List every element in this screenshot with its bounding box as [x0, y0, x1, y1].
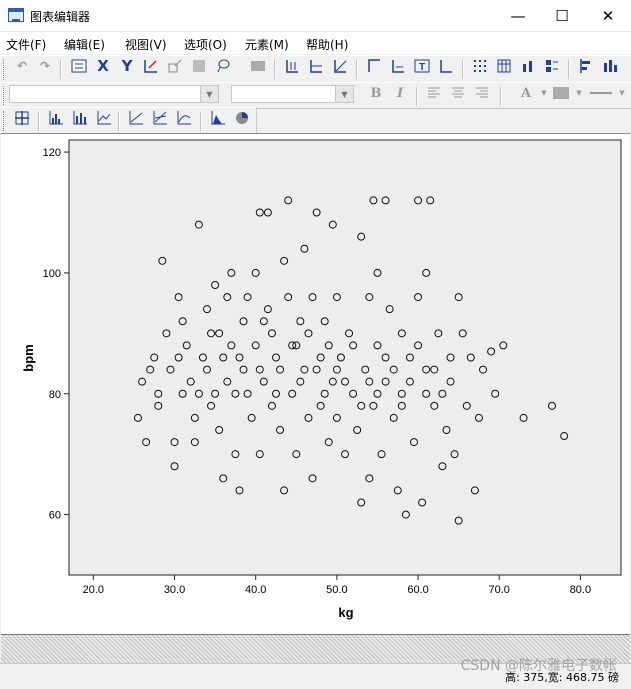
- toolbar-separator: [200, 112, 202, 131]
- title-icon[interactable]: [364, 56, 384, 76]
- title-bar: 图表编辑器 — ☐ ✕: [0, 0, 631, 32]
- bar-chart-icon[interactable]: [600, 56, 620, 76]
- toolbar-separator: [462, 60, 464, 79]
- plot-area[interactable]: [68, 139, 622, 576]
- chevron-down-icon: ▼: [335, 86, 353, 102]
- format-toolbar: ▼ ▼ B I A ▼ ▼ ▼: [0, 82, 631, 109]
- toolbar-separator: [60, 60, 62, 79]
- menu-view[interactable]: 视图(V): [125, 36, 167, 53]
- chevron-down-icon[interactable]: ▼: [612, 83, 631, 103]
- font-color-button[interactable]: A: [516, 83, 536, 103]
- y-axis-icon[interactable]: Y: [117, 56, 137, 76]
- menu-options[interactable]: 选项(O): [184, 36, 227, 53]
- align-left-icon[interactable]: [424, 83, 444, 103]
- axis-layout-icon[interactable]: [282, 56, 302, 76]
- chevron-down-icon[interactable]: ▼: [569, 83, 589, 103]
- y-tick-label: 120: [43, 147, 61, 159]
- toolbar-separator: [118, 112, 120, 131]
- y-axis[interactable]: 60 80 100 120: [43, 147, 69, 522]
- histogram-icon[interactable]: [46, 108, 66, 128]
- zoom-icon[interactable]: [165, 56, 185, 76]
- annotation-icon[interactable]: [436, 56, 456, 76]
- svg-text:T: T: [419, 62, 425, 73]
- bar-align-icon[interactable]: [576, 56, 596, 76]
- align-center-icon[interactable]: [448, 83, 468, 103]
- x-axis-label[interactable]: kg: [338, 605, 353, 620]
- toolbar-grip[interactable]: [3, 59, 7, 80]
- lasso-icon[interactable]: [213, 56, 233, 76]
- x-tick-label: 70.0: [489, 584, 510, 596]
- properties-icon[interactable]: [69, 56, 89, 76]
- y-tick-label: 80: [49, 389, 61, 401]
- grid-lines-icon[interactable]: [470, 56, 490, 76]
- italic-button[interactable]: I: [390, 83, 410, 103]
- maximize-button[interactable]: ☐: [539, 0, 585, 31]
- scatter-chart[interactable]: 6080100120 20.0 30.0 40.0 50.0 60.0 70.0 80.0 …: [1, 134, 630, 634]
- line-chart-icon[interactable]: [94, 108, 114, 128]
- legend-icon[interactable]: [542, 56, 562, 76]
- toolbar-separator: [416, 87, 418, 106]
- chevron-down-icon: ▼: [200, 86, 218, 102]
- chart-editor-app-icon: [8, 8, 24, 22]
- fill-color-icon[interactable]: [551, 83, 571, 103]
- x-tick-label: 40.0: [245, 584, 266, 596]
- window-title: 图表编辑器: [30, 10, 91, 24]
- data-view-icon[interactable]: [189, 56, 209, 76]
- main-toolbar: ↶ ↷ X Y T: [0, 55, 631, 84]
- y-axis-label[interactable]: bpm: [21, 344, 36, 371]
- fit-line-icon[interactable]: [330, 56, 350, 76]
- area-chart-icon[interactable]: [208, 108, 228, 128]
- bar-chart-icon[interactable]: [70, 108, 90, 128]
- toolbar-grip[interactable]: [3, 86, 7, 105]
- menu-elements[interactable]: 元素(M): [245, 36, 289, 53]
- y-tick-label: 60: [49, 510, 61, 522]
- x-axis-icon[interactable]: X: [93, 56, 113, 76]
- undo-icon[interactable]: ↶: [12, 56, 32, 76]
- watermark: CSDN @陈尔雅电子数帐: [460, 658, 617, 674]
- menu-help[interactable]: 帮助(H): [306, 36, 348, 53]
- toolbar-separator: [568, 60, 570, 79]
- data-labels-icon[interactable]: [518, 56, 538, 76]
- reference-line-icon[interactable]: [306, 56, 326, 76]
- toolbar-separator: [356, 60, 358, 79]
- pie-chart-icon[interactable]: [232, 108, 252, 128]
- text-box-icon[interactable]: T: [412, 56, 432, 76]
- x-tick-label: 20.0: [83, 584, 104, 596]
- redo-icon[interactable]: ↷: [35, 56, 55, 76]
- chart-view-icon[interactable]: [248, 56, 268, 76]
- crosshair-icon[interactable]: [12, 108, 32, 128]
- bold-button[interactable]: B: [366, 83, 386, 103]
- menu-edit[interactable]: 编辑(E): [64, 36, 105, 53]
- scatter-fit-icon[interactable]: [126, 108, 146, 128]
- scale-axes-icon[interactable]: [141, 56, 161, 76]
- chart-type-toolbar: [0, 107, 257, 135]
- minimize-button[interactable]: —: [495, 0, 541, 31]
- x-tick-label: 80.0: [570, 584, 591, 596]
- align-right-icon[interactable]: [472, 83, 492, 103]
- menu-bar: 文件(F) 编辑(E) 视图(V) 选项(O) 元素(M) 帮助(H): [0, 32, 631, 54]
- scatter-matrix-icon[interactable]: [150, 108, 170, 128]
- x-tick-label: 60.0: [407, 584, 428, 596]
- chart-canvas: 60 80 100 120 20.0 30.0 40.0 50.0 60.0 70.0 80.0 …: [1, 133, 630, 634]
- menu-file[interactable]: 文件(F): [6, 36, 46, 53]
- close-button[interactable]: ✕: [585, 0, 631, 31]
- footnote-icon[interactable]: [388, 56, 408, 76]
- x-tick-label: 50.0: [326, 584, 347, 596]
- toolbar-separator: [274, 60, 276, 79]
- toolbar-separator: [38, 112, 40, 131]
- toolbar-separator: [500, 87, 502, 106]
- data-table-icon[interactable]: [494, 56, 514, 76]
- toolbar-grip[interactable]: [3, 111, 7, 131]
- font-name-select[interactable]: ▼: [9, 85, 219, 103]
- line-style-icon[interactable]: [588, 83, 614, 103]
- loess-icon[interactable]: [174, 108, 194, 128]
- x-axis[interactable]: 20.0 30.0 40.0 50.0 60.0 70.0 80.0: [83, 575, 591, 596]
- x-tick-label: 30.0: [164, 584, 185, 596]
- font-size-select[interactable]: ▼: [231, 85, 354, 103]
- y-tick-label: 100: [43, 268, 61, 280]
